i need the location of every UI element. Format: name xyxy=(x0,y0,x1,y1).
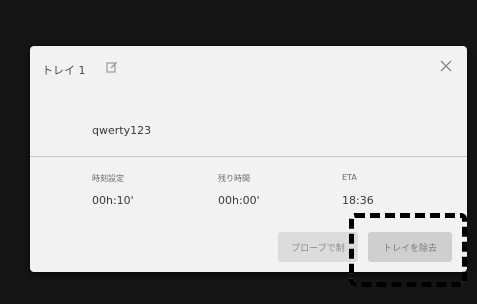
remove-tray-button[interactable]: トレイを除去 xyxy=(368,232,452,262)
eta-label: ETA xyxy=(342,173,357,182)
eta-value: 18:36 xyxy=(342,194,374,207)
screen: トレイ 1 qwerty123 時刻設定 00h:10' 残り時間 00h:00… xyxy=(0,0,477,304)
tray-dialog: トレイ 1 qwerty123 時刻設定 00h:10' 残り時間 00h:00… xyxy=(30,46,467,272)
dialog-title: トレイ 1 xyxy=(42,64,86,77)
close-icon[interactable] xyxy=(439,59,453,73)
tray-name: qwerty123 xyxy=(92,124,152,137)
probe-control-button[interactable]: プローブで制 xyxy=(278,232,358,262)
remaining-time-label: 残り時間 xyxy=(218,174,250,183)
remaining-time-value: 00h:00' xyxy=(218,194,260,207)
dialog-header: トレイ 1 xyxy=(30,46,467,90)
edit-icon[interactable] xyxy=(106,61,118,73)
time-setting-value: 00h:10' xyxy=(92,194,134,207)
divider xyxy=(30,156,467,157)
time-setting-label: 時刻設定 xyxy=(92,174,124,183)
